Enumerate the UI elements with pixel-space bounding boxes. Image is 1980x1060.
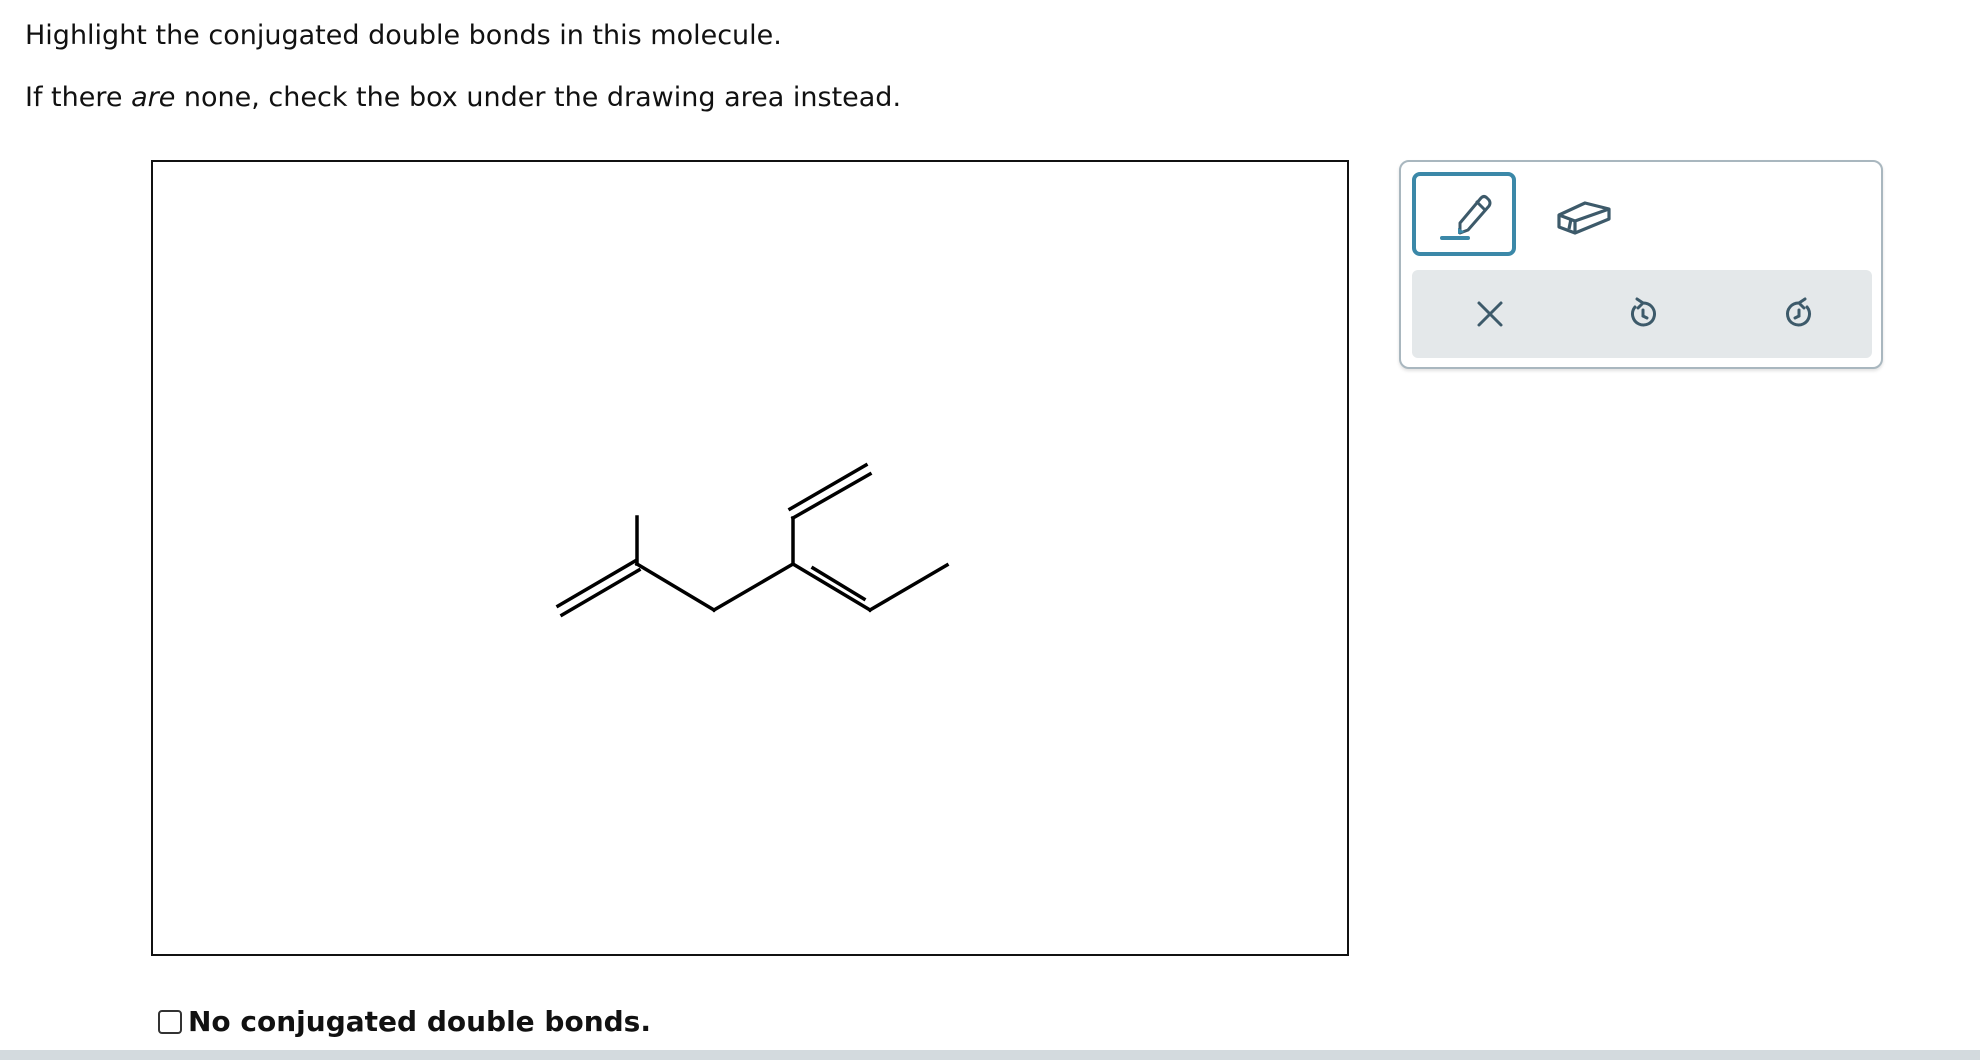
redo-button[interactable] bbox=[1773, 288, 1825, 340]
bond-double-vinyl-inner[interactable] bbox=[787, 462, 869, 512]
bond-double-terminal[interactable] bbox=[555, 558, 638, 609]
highlight-pencil-tool[interactable] bbox=[1412, 172, 1516, 256]
instruction-none-suffix: none, check the box under the drawing ar… bbox=[175, 82, 902, 113]
instruction-none-text: If there are none, check the box under t… bbox=[25, 80, 901, 116]
bond-double-terminal-inner[interactable] bbox=[559, 567, 642, 618]
pencil-icon bbox=[1440, 195, 1492, 240]
instruction-none-prefix: If there bbox=[25, 82, 132, 113]
bond-single-ethyl[interactable] bbox=[867, 562, 950, 613]
bottom-divider bbox=[0, 1050, 1980, 1060]
drawing-toolbox bbox=[1399, 160, 1883, 369]
bond-single-c2-c3[interactable] bbox=[634, 561, 717, 613]
eraser-tool[interactable] bbox=[1531, 172, 1635, 256]
bond-double-internal-inner[interactable] bbox=[810, 565, 867, 602]
no-conjugation-label[interactable]: No conjugated double bonds. bbox=[188, 1004, 651, 1040]
instruction-none-emphasis: are bbox=[131, 82, 176, 113]
clear-button[interactable] bbox=[1464, 288, 1516, 340]
action-bar bbox=[1412, 270, 1872, 358]
bond-double-vinyl[interactable] bbox=[790, 471, 873, 521]
no-conjugation-checkbox[interactable] bbox=[158, 1010, 182, 1034]
instruction-text: Highlight the conjugated double bonds in… bbox=[25, 20, 782, 51]
undo-icon bbox=[1631, 297, 1656, 327]
molecule-drawing bbox=[555, 462, 950, 618]
bond-double-internal[interactable] bbox=[790, 561, 873, 613]
bond-single-c3-c4[interactable] bbox=[711, 561, 796, 613]
redo-icon bbox=[1786, 297, 1811, 327]
undo-button[interactable] bbox=[1617, 288, 1669, 340]
close-icon bbox=[1477, 301, 1503, 327]
drawing-area[interactable] bbox=[151, 160, 1349, 956]
no-conjugation-option[interactable]: No conjugated double bonds. bbox=[158, 1002, 651, 1042]
eraser-icon bbox=[1557, 201, 1611, 235]
page: Highlight the conjugated double bonds in… bbox=[0, 0, 1980, 1060]
